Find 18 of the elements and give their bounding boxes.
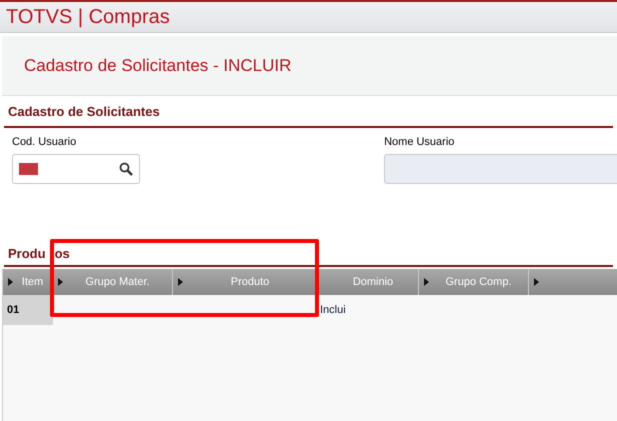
page-title: Cadastro de Solicitantes - INCLUIR bbox=[24, 54, 292, 77]
table-cell: 01 bbox=[3, 295, 53, 325]
app-title: TOTVS | Compras bbox=[6, 5, 170, 30]
input-field[interactable] bbox=[12, 154, 140, 184]
column-header[interactable] bbox=[529, 269, 617, 295]
column-header[interactable]: Produto bbox=[173, 269, 318, 295]
field-label: Cod. Usuario bbox=[12, 135, 78, 150]
column-header[interactable]: Grupo Mater. bbox=[53, 269, 173, 295]
section-title: Cadastro de Solicitantes bbox=[8, 104, 160, 119]
required-marker-icon bbox=[19, 162, 38, 174]
column-header[interactable]: Grupo Comp. bbox=[419, 269, 529, 295]
search-icon bbox=[119, 162, 134, 176]
field-label: Nome Usuario bbox=[384, 135, 456, 150]
table-cell-text: Inclui bbox=[319, 302, 347, 318]
section-title: os bbox=[54, 244, 70, 262]
column-header[interactable]: Item bbox=[3, 269, 53, 295]
section-title: Produ bbox=[8, 244, 46, 262]
column-header[interactable]: Dominio bbox=[318, 269, 419, 295]
